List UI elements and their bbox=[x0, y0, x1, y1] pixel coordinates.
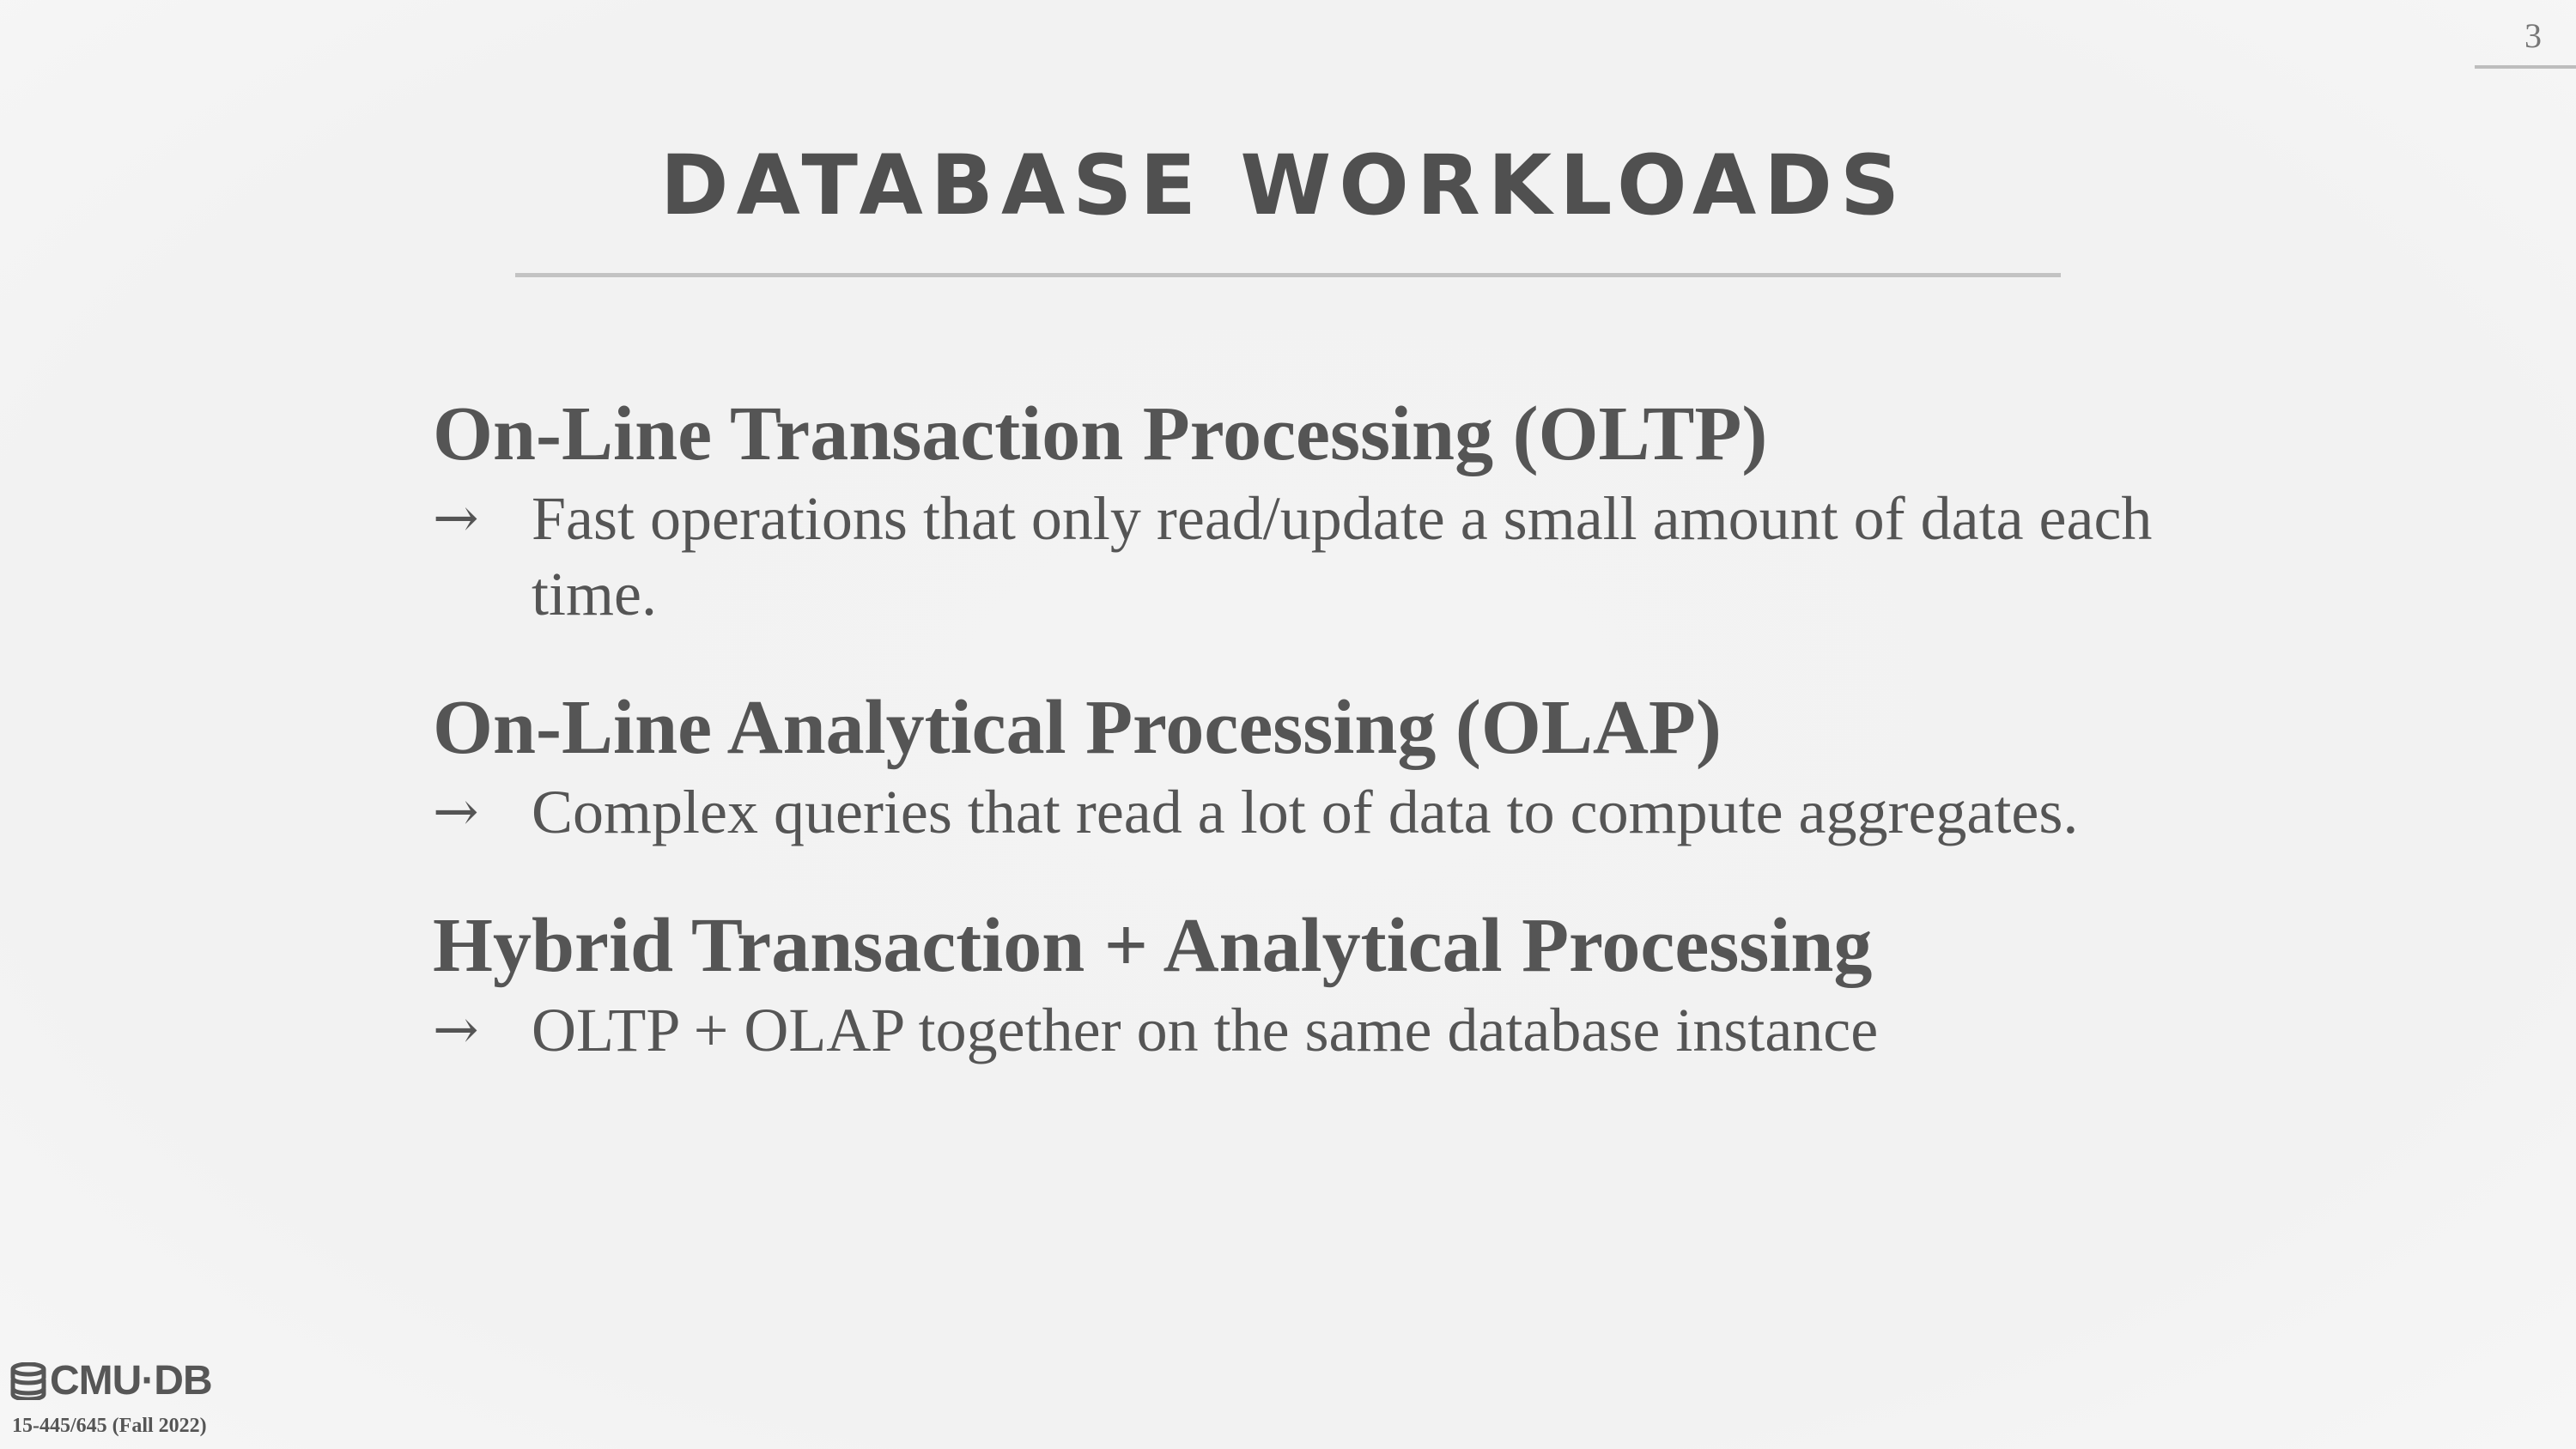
bullet-text: Complex queries that read a lot of data … bbox=[532, 778, 2079, 846]
arrow-icon: → bbox=[433, 487, 479, 550]
bullet-item: → Complex queries that read a lot of dat… bbox=[433, 774, 2257, 850]
title-divider bbox=[515, 273, 2061, 277]
section-olap: On-Line Analytical Processing (OLAP) → C… bbox=[433, 682, 2236, 850]
page-number: 3 bbox=[2524, 16, 2542, 55]
slide-title: DATABASE WORKLOADS bbox=[659, 137, 1908, 233]
slide: 3 DATABASE WORKLOADS On-Line Transaction… bbox=[0, 0, 2576, 1449]
slide-content: On-Line Transaction Processing (OLTP) → … bbox=[433, 388, 2236, 1068]
logo-text: CMU·DB bbox=[50, 1358, 213, 1404]
page-number-divider bbox=[2475, 65, 2576, 69]
section-oltp: On-Line Transaction Processing (OLTP) → … bbox=[433, 388, 2236, 632]
database-icon bbox=[10, 1362, 46, 1400]
bullet-item: → Fast operations that only read/update … bbox=[433, 481, 2257, 632]
bullet-text: OLTP + OLAP together on the same databas… bbox=[532, 996, 1879, 1064]
section-heading: On-Line Analytical Processing (OLAP) bbox=[433, 685, 1722, 770]
section-htap: Hybrid Transaction + Analytical Processi… bbox=[433, 900, 2236, 1068]
bullet-text: Fast operations that only read/update a … bbox=[532, 484, 2153, 628]
bullet-item: → OLTP + OLAP together on the same datab… bbox=[433, 992, 2257, 1068]
cmu-db-logo: CMU·DB bbox=[10, 1358, 213, 1404]
arrow-icon: → bbox=[433, 998, 479, 1062]
section-heading: Hybrid Transaction + Analytical Processi… bbox=[433, 903, 1873, 988]
section-heading: On-Line Transaction Processing (OLTP) bbox=[433, 391, 1768, 476]
course-label: 15-445/645 (Fall 2022) bbox=[12, 1415, 207, 1437]
arrow-icon: → bbox=[433, 780, 479, 844]
